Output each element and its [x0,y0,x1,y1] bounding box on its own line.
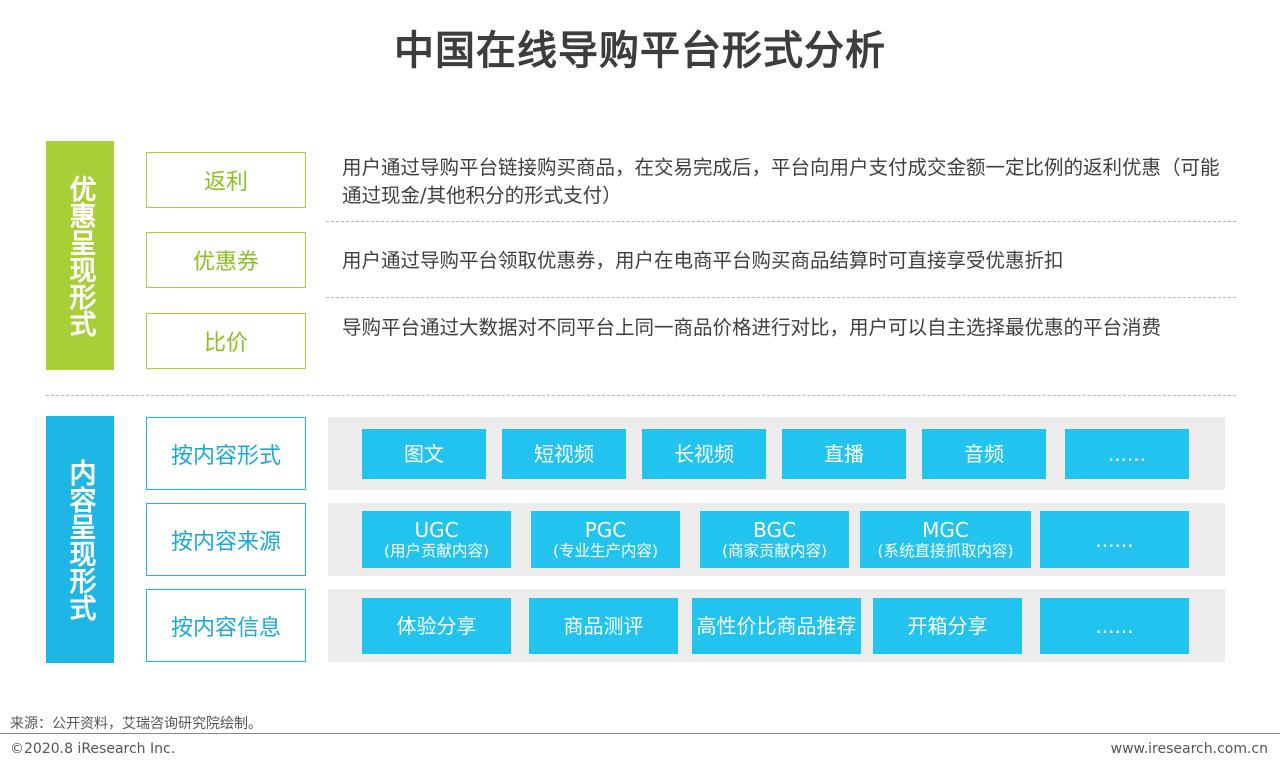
chip-ugc: UGC (用户贡献内容) [362,511,511,568]
chip-long-video: 长视频 [642,429,766,479]
label-content-source: 按内容来源 [146,503,306,576]
label-content-info: 按内容信息 [146,589,306,662]
desc-rebate: 用户通过导购平台链接购买商品，在交易完成后，平台向用户支付成交金额一定比例的返利… [342,156,1220,207]
desc-coupon: 用户通过导购平台领取优惠券，用户在电商平台购买商品结算时可直接享受优惠折扣 [342,249,1064,272]
chip-audio: 音频 [922,429,1046,479]
chip-experience-share: 体验分享 [362,598,511,654]
chip-unboxing: 开箱分享 [873,598,1022,654]
copyright: ©2020.8 iResearch Inc. [10,741,176,757]
desc-price-compare: 导购平台通过大数据对不同平台上同一商品价格进行对比，用户可以自主选择最优惠的平台… [342,316,1162,339]
discount-category-bar: 优惠呈现形式 [46,141,114,370]
footer-divider [0,733,1280,734]
page-title: 中国在线导购平台形式分析 [394,28,886,74]
chip-pgc: PGC (专业生产内容) [531,511,680,568]
chip-live: 直播 [782,429,906,479]
divider [326,297,1236,298]
divider [326,221,1236,222]
source-note: 来源：公开资料，艾瑞咨询研究院绘制。 [10,716,262,732]
section-divider [46,395,1236,396]
label-content-format: 按内容形式 [146,417,306,490]
chip-image-text: 图文 [362,429,486,479]
label-price-compare: 比价 [146,313,306,369]
chip-product-review: 商品测评 [529,598,678,654]
chip-more: ...... [1040,598,1189,654]
chip-more: ...... [1040,511,1189,568]
label-rebate: 返利 [146,152,306,208]
chip-bgc: BGC (商家贡献内容) [700,511,849,568]
chip-mgc: MGC (系统直接抓取内容) [860,511,1031,568]
chip-short-video: 短视频 [502,429,626,479]
website-link[interactable]: www.iresearch.com.cn [1111,741,1268,757]
chip-more: ...... [1065,429,1189,479]
chip-value-recommend: 高性价比商品推荐 [692,598,861,654]
label-coupon: 优惠券 [146,232,306,288]
content-category-bar: 内容呈现形式 [46,416,114,663]
